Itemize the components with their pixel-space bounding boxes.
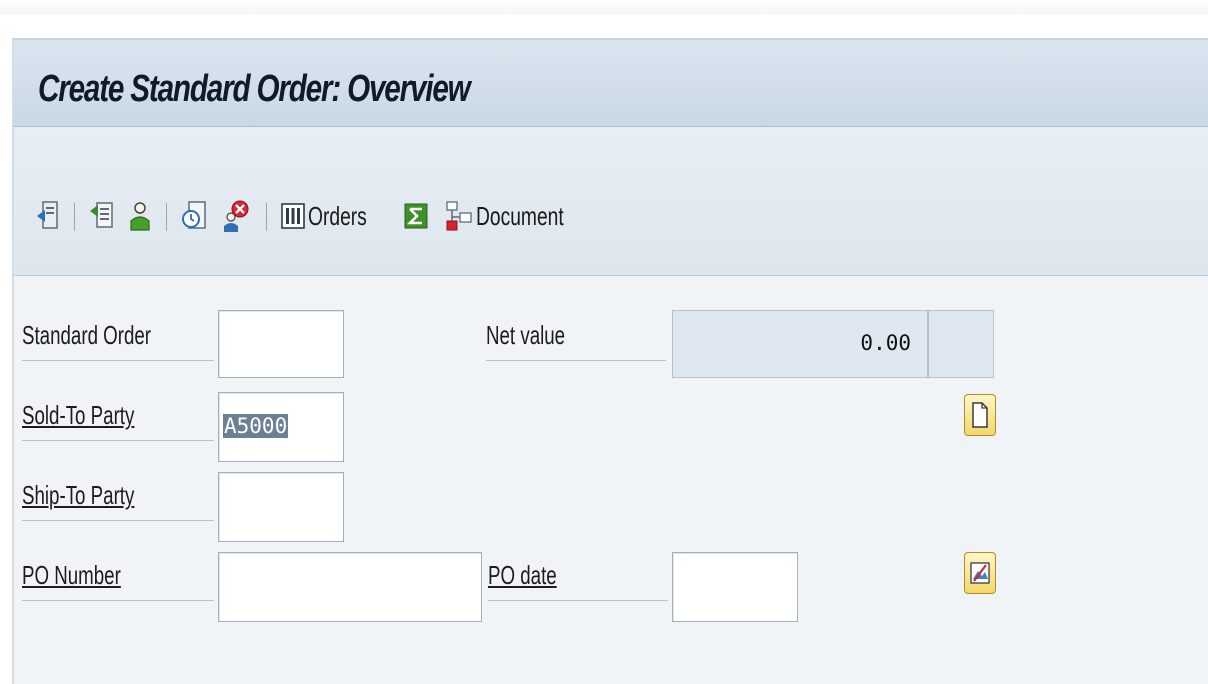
label-underline — [488, 600, 668, 601]
po-date-field[interactable] — [672, 552, 798, 622]
new-document-icon — [972, 402, 988, 428]
create-document-button[interactable] — [964, 394, 996, 436]
business-partner-button[interactable] — [128, 198, 152, 234]
net-value-amount: 0.00 — [860, 331, 911, 355]
display-doc-flow-icon — [37, 201, 58, 229]
net-value-field: 0.00 — [672, 310, 928, 378]
sum-icon — [404, 203, 428, 229]
application-toolbar: Orders Document — [14, 127, 1208, 276]
standard-order-label: Standard Order — [22, 320, 152, 350]
orders-list-icon — [281, 203, 305, 229]
header-details-icon — [90, 202, 113, 228]
label-underline — [22, 600, 214, 601]
item-overview-icon — [182, 201, 206, 229]
business-partner-icon — [130, 202, 150, 231]
header-details-button[interactable] — [88, 198, 116, 234]
label-underline — [22, 360, 214, 361]
incompletion-log-icon — [224, 200, 249, 232]
label-underline — [486, 360, 666, 361]
item-overview-button[interactable] — [180, 198, 210, 234]
edit-picture-icon — [970, 562, 990, 584]
toolbar-separator — [74, 203, 75, 231]
toolbar-separator — [266, 203, 267, 231]
standard-order-field[interactable] — [218, 310, 344, 378]
document-button-label: Document — [476, 200, 564, 231]
po-date-label[interactable]: PO date — [488, 560, 557, 591]
sum-button[interactable] — [404, 198, 428, 234]
sold-to-party-field[interactable]: A5000 — [218, 392, 344, 462]
po-number-field[interactable] — [218, 552, 482, 622]
toolbar-separator — [166, 203, 167, 231]
label-underline — [22, 520, 214, 521]
document-flow-button[interactable]: Document — [444, 198, 595, 234]
po-number-label[interactable]: PO Number — [22, 560, 121, 591]
window-top-strip — [0, 0, 1208, 14]
net-value-label: Net value — [486, 320, 566, 350]
po-date-help-button[interactable] — [964, 552, 996, 594]
orders-button-label: Orders — [308, 200, 367, 231]
incompletion-log-button[interactable] — [220, 198, 250, 234]
sold-to-party-label[interactable]: Sold-To Party — [22, 400, 134, 431]
sap-screen-frame: Create Standard Order: Overview Orders D… — [12, 38, 1208, 684]
currency-field — [928, 310, 994, 378]
sold-to-party-value: A5000 — [223, 414, 289, 438]
document-flow-icon — [446, 201, 472, 231]
title-bar: Create Standard Order: Overview — [14, 40, 1208, 127]
ship-to-party-field[interactable] — [218, 472, 344, 542]
display-doc-flow-button[interactable] — [36, 198, 60, 234]
label-underline — [22, 440, 214, 441]
ship-to-party-label[interactable]: Ship-To Party — [22, 480, 134, 511]
order-header-form: Standard Order Net value 0.00 Sold-To Pa… — [14, 276, 1208, 684]
page-title: Create Standard Order: Overview — [38, 68, 471, 110]
orders-button[interactable]: Orders — [280, 198, 387, 234]
